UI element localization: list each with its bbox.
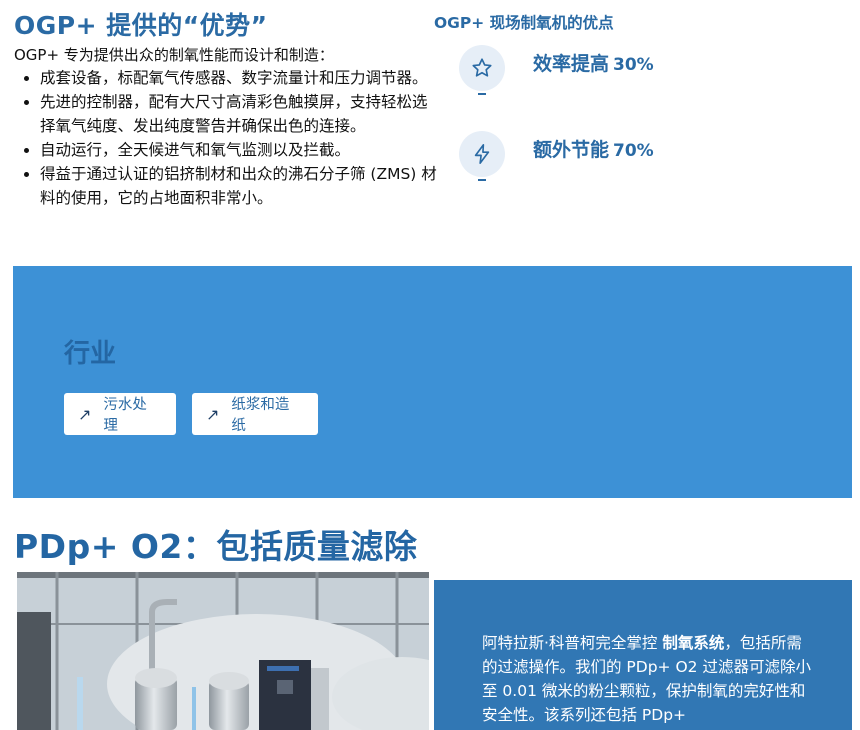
advantage-value: 30% [613,55,654,75]
advantage-value: 70% [613,141,654,161]
industry-tag-wastewater[interactable]: ↗ 污水处理 [64,393,176,435]
arrow-up-right-icon: ↗ [206,404,220,424]
industry-tag-label: 纸浆和造纸 [231,397,290,434]
divider [478,179,486,181]
ogp-feature-list: 成套设备，标配氧气传感器、数字流量计和压力调节器。 先进的控制器，配有大尺寸高清… [14,66,440,210]
industry-tag-pulp-paper[interactable]: ↗ 纸浆和造纸 [192,393,318,435]
pdp-title: PDp+ O2：包括质量滤除 [14,527,418,566]
list-item: 自动运行，全天候进气和氧气监测以及拦截。 [40,138,440,162]
list-item: 成套设备，标配氧气传感器、数字流量计和压力调节器。 [40,66,440,90]
list-item: 得益于通过认证的铝挤制材和出众的沸石分子筛 (ZMS) 材料的使用，它的占地面积… [40,162,440,210]
ogp-intro: OGP+ 专为提供出众的制氧性能而设计和制造： [14,46,334,64]
arrow-up-right-icon: ↗ [78,404,92,424]
divider [478,93,486,95]
product-photo [17,572,429,730]
pdp-description: 阿特拉斯·科普柯完全掌控 制氧系统，包括所需的过滤操作。我们的 PDp+ O2 … [482,634,811,724]
star-icon [459,45,505,91]
advantage-efficiency: 效率提高 30% [459,45,839,105]
industry-title: 行业 [64,339,117,369]
oxygen-system-link[interactable]: 制氧系统 [662,634,724,652]
advantage-energy-saving: 额外节能 70% [459,131,839,191]
lightning-icon [459,131,505,177]
industry-tag-label: 污水处理 [103,397,147,434]
list-item: 先进的控制器，配有大尺寸高清彩色触摸屏，支持轻松选择氧气纯度、发出纯度警告并确保… [40,90,440,138]
pdp-description-box: 阿特拉斯·科普柯完全掌控 制氧系统，包括所需的过滤操作。我们的 PDp+ O2 … [434,580,852,730]
industry-section: 行业 ↗ 污水处理 ↗ 纸浆和造纸 [13,266,852,498]
advantage-label: 额外节能 70% [533,139,654,161]
ogp-title: OGP+ 提供的“优势” [14,11,268,40]
advantage-label: 效率提高 30% [533,53,654,75]
advantages-title: OGP+ 现场制氧机的优点 [434,14,614,32]
